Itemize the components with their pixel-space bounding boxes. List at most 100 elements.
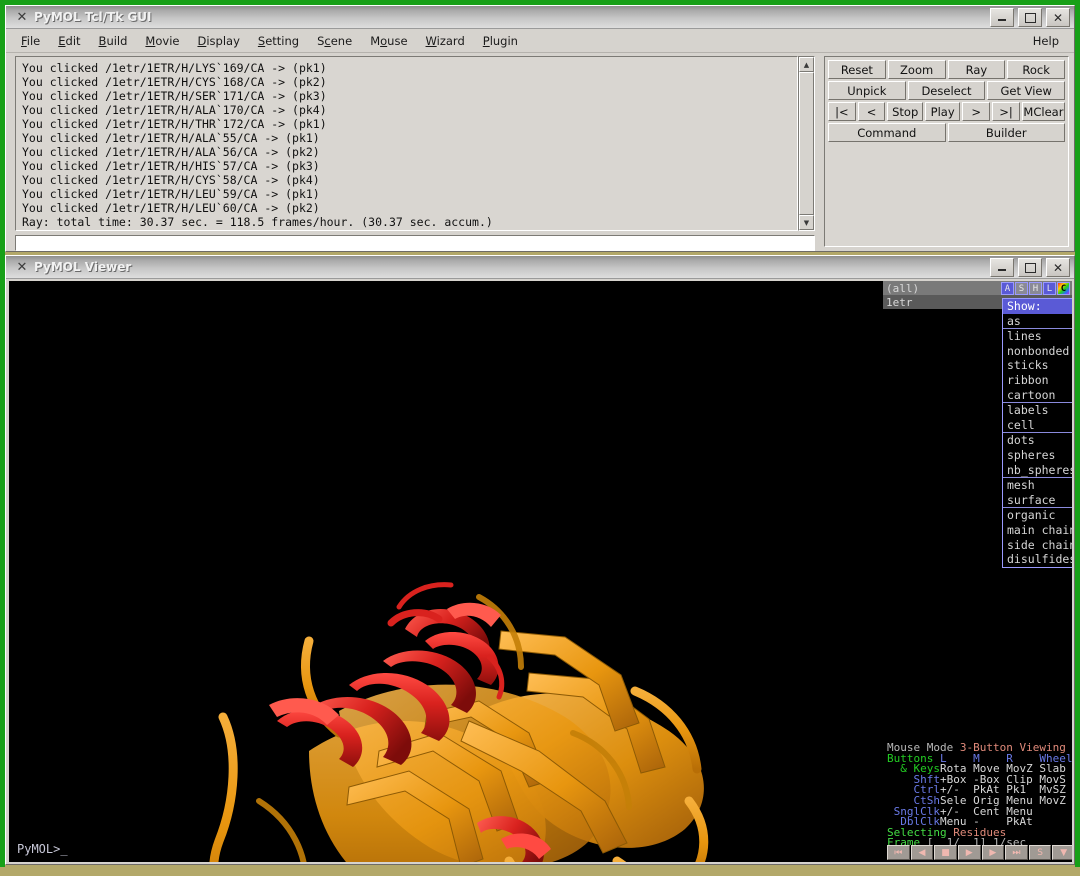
menu-movie[interactable]: Movie — [136, 31, 188, 51]
object-name-label: 1etr — [886, 296, 913, 309]
frame-menu-button[interactable]: ▼ — [1052, 845, 1072, 860]
pymol-viewer-window: ✕ PyMOL Viewer ✕ — [5, 255, 1075, 865]
button-ray[interactable]: Ray — [948, 60, 1006, 79]
menu-build[interactable]: Build — [90, 31, 137, 51]
show-menu-item-as[interactable]: as — [1003, 314, 1072, 329]
button-get-view[interactable]: Get View — [987, 81, 1065, 100]
button-stop[interactable]: Stop — [887, 102, 922, 121]
scrollbar-track[interactable] — [799, 72, 814, 215]
show-menu-item-organic[interactable]: organic — [1003, 508, 1072, 523]
frame-forward-button[interactable]: ▶ — [982, 845, 1005, 860]
scroll-down-icon[interactable]: ▼ — [799, 215, 814, 230]
show-menu-item-nonbonded[interactable]: nonbonded — [1003, 344, 1072, 359]
frame-rewind-button[interactable]: ◀ — [911, 845, 934, 860]
close-button[interactable]: ✕ — [1046, 258, 1070, 277]
show-menu-header: Show: — [1003, 299, 1072, 314]
frame-settings-button[interactable]: S — [1029, 845, 1052, 860]
close-button[interactable]: ✕ — [1046, 8, 1070, 27]
button-row-2: UnpickDeselectGet View — [828, 81, 1065, 100]
scrollbar-thumb[interactable] — [799, 72, 814, 215]
show-menu-item-spheres[interactable]: spheres — [1003, 448, 1072, 463]
minimize-button[interactable] — [990, 8, 1014, 27]
menu-edit[interactable]: Edit — [49, 31, 89, 51]
frame-control-bar: ⏮◀■▶▶⏭S▼ — [887, 845, 1072, 860]
frame-last-button[interactable]: ⏭ — [1005, 845, 1028, 860]
tcltk-menubar: File Edit Build Movie Display Setting Sc… — [6, 29, 1074, 53]
object-toggle-buttons: ASHLC — [1001, 282, 1070, 295]
show-menu-item-cell[interactable]: cell — [1003, 418, 1072, 433]
menu-display[interactable]: Display — [188, 31, 248, 51]
show-menu-item-disulfides[interactable]: disulfides — [1003, 552, 1072, 567]
viewer-window-active-border-right — [1075, 252, 1080, 867]
maximize-button[interactable] — [1018, 8, 1042, 27]
show-menu-item-main-chain[interactable]: main chain — [1003, 523, 1072, 538]
menu-help[interactable]: Help — [1024, 31, 1068, 51]
button-mclear[interactable]: MClear — [1022, 102, 1065, 121]
mouse-mode-panel: Mouse Mode 3-Button Viewing Buttons L M … — [887, 743, 1072, 843]
button-reset[interactable]: Reset — [828, 60, 886, 79]
button-row-4: CommandBuilder — [828, 123, 1065, 142]
show-menu-group: dotsspheresnb_spheres — [1003, 433, 1072, 478]
frame-stop-button[interactable]: ■ — [934, 845, 957, 860]
command-input[interactable] — [15, 235, 815, 251]
tcltk-window-active-border-right — [1075, 0, 1080, 252]
show-menu-item-side-chain[interactable]: side chain — [1003, 538, 1072, 553]
button-[interactable]: > — [962, 102, 990, 121]
menu-file[interactable]: File — [12, 31, 49, 51]
tcltk-titlebar[interactable]: ✕ PyMOL Tcl/Tk GUI ✕ — [6, 6, 1074, 29]
menu-plugin[interactable]: Plugin — [474, 31, 527, 51]
button-panel: ResetZoomRayRock UnpickDeselectGet View … — [824, 56, 1069, 247]
console-output: You clicked /1etr/1ETR/H/LYS`169/CA -> (… — [15, 56, 798, 231]
object-all-label: (all) — [886, 282, 919, 295]
button-play[interactable]: Play — [925, 102, 960, 121]
toggle-l[interactable]: L — [1043, 282, 1056, 295]
menu-wizard[interactable]: Wizard — [417, 31, 474, 51]
show-menu-item-ribbon[interactable]: ribbon — [1003, 373, 1072, 388]
minimize-button[interactable] — [990, 258, 1014, 277]
show-menu-item-surface[interactable]: surface — [1003, 493, 1072, 508]
molecular-viewport[interactable]: PyMOL>_ (all) 1etr ASHLC Show:aslinesnon… — [9, 281, 1072, 862]
molecule-cartoon — [9, 281, 889, 862]
toggle-a[interactable]: A — [1001, 282, 1014, 295]
button-[interactable]: < — [858, 102, 886, 121]
viewer-titlebar[interactable]: ✕ PyMOL Viewer ✕ — [6, 256, 1074, 279]
menu-setting[interactable]: Setting — [249, 31, 308, 51]
button-[interactable]: |< — [828, 102, 856, 121]
menu-mouse[interactable]: Mouse — [361, 31, 416, 51]
show-menu-item-lines[interactable]: lines — [1003, 329, 1072, 344]
button-row-3: |<<StopPlay>>|MClear — [828, 102, 1065, 121]
maximize-button[interactable] — [1018, 258, 1042, 277]
pymol-prompt[interactable]: PyMOL>_ — [17, 842, 68, 856]
show-menu-item-cartoon[interactable]: cartoon — [1003, 388, 1072, 403]
toggle-c[interactable]: C — [1057, 282, 1070, 295]
button-unpick[interactable]: Unpick — [828, 81, 906, 100]
scroll-up-icon[interactable]: ▲ — [799, 57, 814, 72]
tcltk-window-title: PyMOL Tcl/Tk GUI — [34, 10, 151, 24]
button-command[interactable]: Command — [828, 123, 946, 142]
show-menu-group: labelscell — [1003, 403, 1072, 433]
show-menu-item-dots[interactable]: dots — [1003, 433, 1072, 448]
frame-play-button[interactable]: ▶ — [958, 845, 981, 860]
show-menu-item-mesh[interactable]: mesh — [1003, 478, 1072, 493]
menu-scene[interactable]: Scene — [308, 31, 361, 51]
show-menu-item-nb_spheres[interactable]: nb_spheres — [1003, 463, 1072, 478]
button-deselect[interactable]: Deselect — [908, 81, 986, 100]
console-text: You clicked /1etr/1ETR/H/LYS`169/CA -> (… — [16, 57, 797, 231]
button-row-1: ResetZoomRayRock — [828, 60, 1065, 79]
toggle-h[interactable]: H — [1029, 282, 1042, 295]
frame-first-button[interactable]: ⏮ — [887, 845, 910, 860]
button-[interactable]: >| — [992, 102, 1020, 121]
x-window-icon: ✕ — [12, 10, 32, 25]
show-popup-menu[interactable]: Show:aslinesnonbondedsticksribboncartoon… — [1002, 298, 1072, 568]
console-scrollbar[interactable]: ▲ ▼ — [798, 56, 815, 231]
tcltk-gui-window: ✕ PyMOL Tcl/Tk GUI ✕ File Edit Build Mov… — [5, 5, 1075, 252]
show-menu-item-labels[interactable]: labels — [1003, 403, 1072, 418]
button-zoom[interactable]: Zoom — [888, 60, 946, 79]
toggle-s[interactable]: S — [1015, 282, 1028, 295]
show-menu-group: as — [1003, 314, 1072, 330]
button-builder[interactable]: Builder — [948, 123, 1066, 142]
show-menu-group: linesnonbondedsticksribboncartoon — [1003, 329, 1072, 403]
show-menu-item-sticks[interactable]: sticks — [1003, 358, 1072, 373]
button-rock[interactable]: Rock — [1007, 60, 1065, 79]
show-menu-group: organicmain chainside chaindisulfides — [1003, 508, 1072, 566]
